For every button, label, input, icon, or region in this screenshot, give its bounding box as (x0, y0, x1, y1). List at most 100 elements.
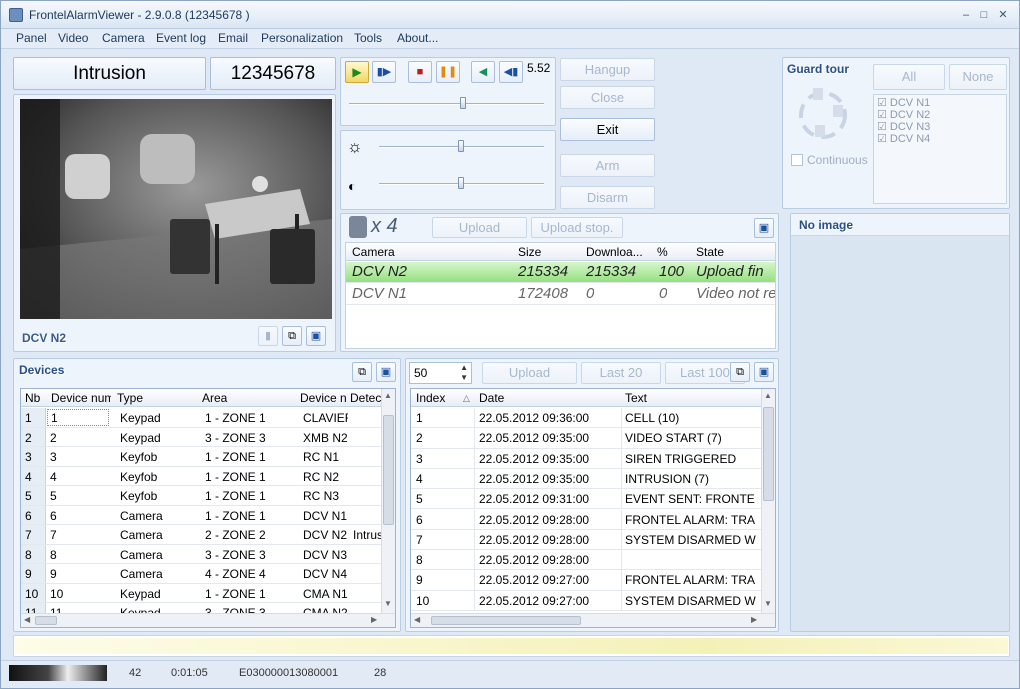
list-item[interactable]: ☑ DCV N4 (877, 133, 930, 145)
menu-video[interactable]: Video (58, 31, 88, 45)
time-readout: 5.52 (527, 61, 551, 75)
disarm-button[interactable]: Disarm (560, 186, 655, 209)
upload-events-button[interactable]: Upload (482, 362, 577, 384)
playback-slider-thumb[interactable] (460, 97, 466, 109)
step-back-button[interactable]: ◀▮ (499, 61, 523, 83)
devices-table-header: Nb Device num Type Area Device n Detec (21, 389, 395, 407)
upload-stop-button[interactable]: Upload stop. (531, 217, 623, 238)
table-row[interactable]: 5 5 Keyfob 1 - ZONE 1 RC N3 (21, 486, 395, 506)
playback-slider[interactable] (349, 103, 544, 105)
table-row[interactable]: 10 22.05.2012 09:27:00 SYSTEM DISARMED W (411, 590, 775, 611)
camera-icon (349, 216, 367, 238)
download-table: Camera Size Downloa... % State DCV N2 21… (345, 242, 776, 349)
brightness-slider-thumb[interactable] (458, 140, 464, 152)
minimize-icon[interactable]: – (959, 9, 973, 21)
step-forward-button[interactable]: ▮▶ (372, 61, 396, 83)
brightness-icon: ☼ (347, 137, 363, 156)
events-table-header: Index △ Date Text (411, 389, 775, 407)
close-button[interactable]: Close (560, 86, 655, 109)
camera-label: DCV N2 (22, 331, 67, 345)
panel-id-display: 12345678 (210, 57, 336, 90)
table-row[interactable]: 4 4 Keyfob 1 - ZONE 1 RC N2 (21, 466, 395, 486)
devices-vertical-scrollbar[interactable]: ▲ ▼ (381, 389, 395, 613)
table-row[interactable]: 4 22.05.2012 09:35:00 INTRUSION (7) (411, 468, 775, 490)
events-hscroll-thumb[interactable] (431, 616, 581, 625)
camera-count: x 4 (371, 215, 398, 237)
copy-devices-button[interactable]: ⧉ (352, 362, 372, 382)
devices-scroll-thumb[interactable] (383, 415, 394, 525)
rewind-icon: ◀ (478, 66, 488, 78)
arm-button[interactable]: Arm (560, 154, 655, 177)
continuous-checkbox[interactable] (791, 154, 803, 166)
select-all-button[interactable]: All (873, 64, 945, 90)
table-row[interactable]: DCV N1 172408 0 0 Video not re (346, 284, 775, 305)
menu-about[interactable]: About... (397, 31, 438, 45)
menu-panel[interactable]: Panel (16, 31, 47, 45)
upload-video-button[interactable]: Upload (432, 217, 527, 238)
devices-hscroll-thumb[interactable] (35, 616, 57, 625)
events-table: Index △ Date Text 1 22.05.2012 09:36:00 CE… (410, 388, 776, 628)
devices-horizontal-scrollbar[interactable]: ◀ ▶ (21, 613, 395, 627)
event-count-spinner[interactable]: 50 ▲ ▼ (409, 362, 472, 384)
pause-button[interactable]: ❚❚ (436, 61, 460, 83)
save-image-button[interactable]: ▣ (306, 326, 326, 346)
table-row[interactable]: 2 2 Keypad 3 - ZONE 3 XMB N2 (21, 427, 395, 447)
table-row[interactable]: DCV N2 215334 215334 100 Upload fin (346, 262, 775, 283)
table-row[interactable]: 5 22.05.2012 09:31:00 EVENT SENT: FRONTE (411, 489, 775, 510)
exit-button[interactable]: Exit (560, 118, 655, 141)
progress-bar (13, 635, 1010, 657)
devices-title: Devices (19, 363, 65, 377)
last-20-button[interactable]: Last 20 (581, 362, 661, 384)
table-row[interactable]: 11Keypad1 - ZONE 1CLAVIER (21, 408, 395, 428)
save-download-button[interactable]: ▣ (754, 218, 774, 238)
menu-bar: Panel Video Camera Event log Email Perso… (1, 29, 1019, 49)
image-adjust-panel: ☼ ◐ (340, 130, 556, 210)
menu-email[interactable]: Email (218, 31, 248, 45)
copy-events-button[interactable]: ⧉ (730, 362, 750, 382)
table-row[interactable]: 6 6 Camera 1 - ZONE 1 DCV N1 (21, 505, 395, 525)
table-row[interactable]: 8 8 Camera 3 - ZONE 3 DCV N3 (21, 544, 395, 564)
playback-panel: ▶ ▮▶ ■ ❚❚ ◀ ◀▮ 5.52 (340, 57, 556, 126)
save-icon: ▣ (758, 222, 770, 234)
window-title: FrontelAlarmViewer - 2.9.0.8 (12345678 ) (29, 8, 250, 22)
table-row[interactable]: 3 3 Keyfob 1 - ZONE 1 RC N1 (21, 447, 395, 467)
menu-camera[interactable]: Camera (102, 31, 145, 45)
menu-tools[interactable]: Tools (354, 31, 382, 45)
video-panel: DCV N2 ▮ ⧉ ▣ (13, 94, 336, 352)
list-item[interactable]: ☑ DCV N3 (877, 121, 930, 133)
menu-personalization[interactable]: Personalization (261, 31, 343, 45)
events-horizontal-scrollbar[interactable]: ◀ ▶ (411, 613, 775, 627)
camera-video-frame (20, 99, 332, 319)
play-button[interactable]: ▶ (345, 61, 369, 83)
menu-event-log[interactable]: Event log (156, 31, 206, 45)
table-row[interactable]: 8 22.05.2012 09:28:00 (411, 550, 775, 571)
table-row[interactable]: 6 22.05.2012 09:28:00 FRONTEL ALARM: TRA (411, 509, 775, 530)
events-scroll-thumb[interactable] (763, 407, 774, 501)
hangup-button[interactable]: Hangup (560, 58, 655, 81)
select-none-button[interactable]: None (949, 64, 1007, 90)
table-row[interactable]: 9 22.05.2012 09:27:00 FRONTEL ALARM: TRA (411, 570, 775, 591)
table-row[interactable]: 9 9 Camera 4 - ZONE 4 DCV N4 (21, 564, 395, 584)
list-item[interactable]: ☑ DCV N1 (877, 97, 930, 109)
events-vertical-scrollbar[interactable]: ▲ ▼ (761, 389, 775, 613)
close-icon[interactable]: ✕ (996, 9, 1010, 21)
save-icon: ▣ (380, 366, 392, 378)
restore-icon[interactable]: □ (977, 9, 991, 21)
table-row[interactable]: 10 10 Keypad 1 - ZONE 1 CMA N1 (21, 583, 395, 603)
devices-table: Nb Device num Type Area Device n Detec 1… (20, 388, 396, 628)
save-devices-button[interactable]: ▣ (376, 362, 396, 382)
stop-button[interactable]: ■ (408, 61, 432, 83)
table-row[interactable]: 2 22.05.2012 09:35:00 VIDEO START (7) (411, 428, 775, 449)
contrast-slider-thumb[interactable] (458, 177, 464, 189)
table-row[interactable]: 3 22.05.2012 09:35:00 SIREN TRIGGERED (411, 448, 775, 469)
copy-icon: ⧉ (358, 366, 366, 378)
list-item[interactable]: ☑ DCV N2 (877, 109, 930, 121)
table-row[interactable]: 1 22.05.2012 09:36:00 CELL (10) (411, 408, 775, 429)
spinner-arrows-icon[interactable]: ▲ ▼ (460, 363, 468, 383)
table-row[interactable]: 7 7 Camera 2 - ZONE 2 DCV N2 Intrus (21, 525, 395, 545)
table-row[interactable]: 7 22.05.2012 09:28:00 SYSTEM DISARMED W (411, 529, 775, 551)
save-events-button[interactable]: ▣ (754, 362, 774, 382)
copy-image-button[interactable]: ⧉ (282, 326, 302, 346)
rewind-button[interactable]: ◀ (471, 61, 495, 83)
snapshot-button[interactable]: ▮ (258, 326, 278, 346)
